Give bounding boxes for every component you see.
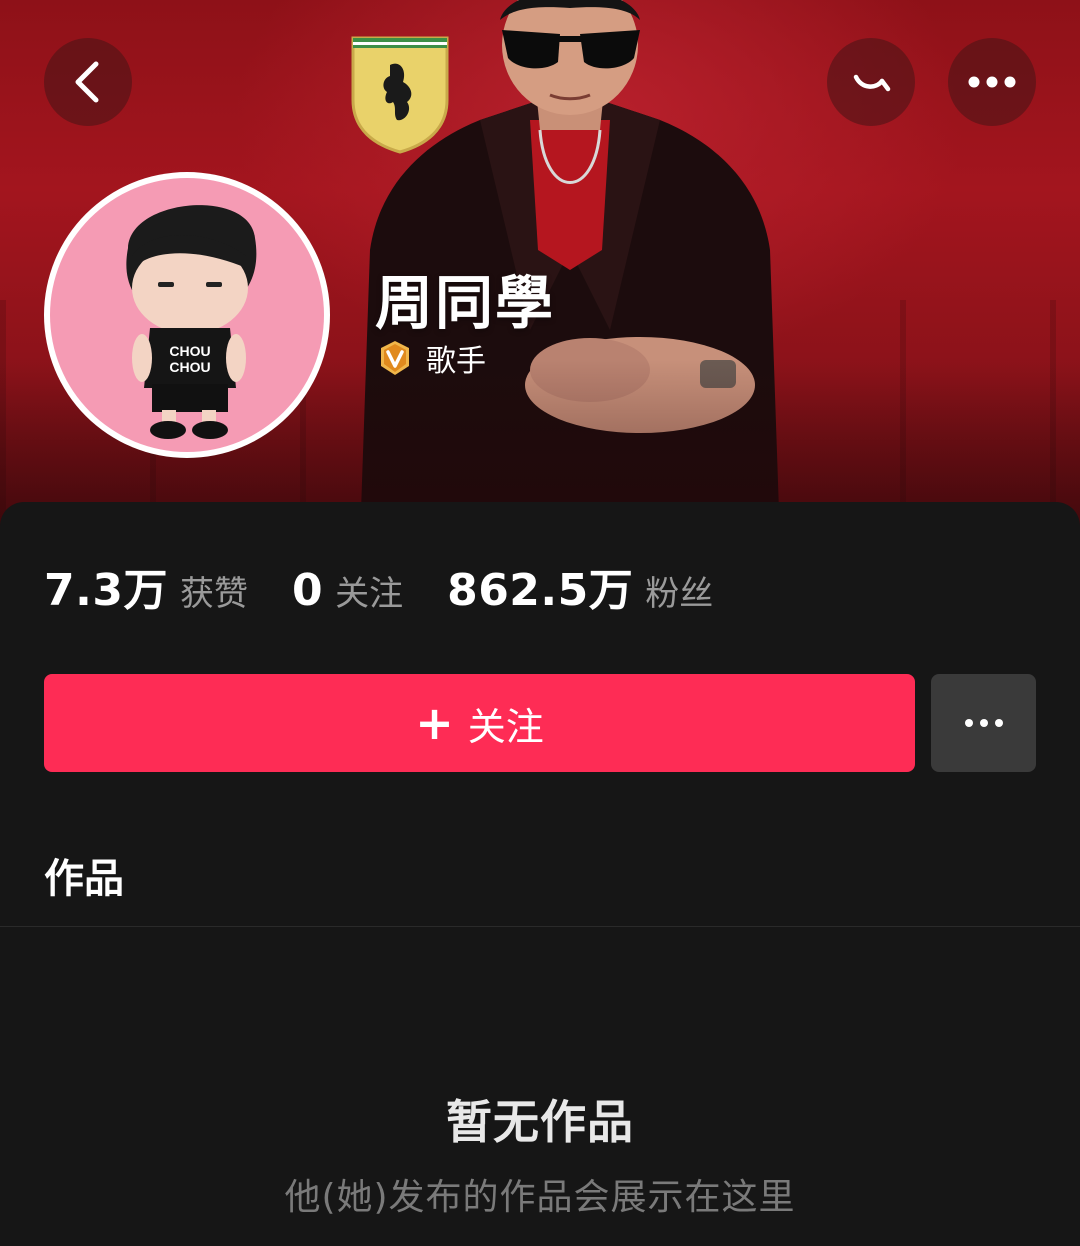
profile-content: 7.3万 获赞 0 关注 862.5万 粉丝 + 关注 作品 暂无作品 他(她)… — [0, 502, 1080, 1246]
profile-more-button[interactable] — [931, 674, 1036, 772]
profile-cover: CHOU CHOU 周同學 歌手 — [0, 0, 1080, 540]
avatar-shirt-text-2: CHOU — [169, 359, 210, 375]
stat-likes[interactable]: 7.3万 获赞 — [44, 554, 248, 618]
stat-following[interactable]: 0 关注 — [292, 565, 403, 616]
verification-row: 歌手 — [376, 336, 486, 380]
more-horizontal-icon — [964, 719, 1003, 727]
stat-likes-label: 获赞 — [179, 574, 248, 614]
search-icon — [853, 74, 891, 92]
avatar-shirt-text-1: CHOU — [169, 343, 210, 359]
stat-following-value: 0 — [291, 565, 324, 616]
stat-followers-label: 粉丝 — [645, 574, 714, 614]
more-horizontal-icon — [968, 76, 1016, 88]
verified-badge-icon — [381, 341, 409, 375]
stat-likes-value: 7.3万 — [44, 565, 168, 616]
more-options-button[interactable] — [948, 38, 1036, 126]
avatar[interactable]: CHOU CHOU — [44, 172, 330, 458]
follow-button-label: 关注 — [467, 704, 544, 749]
empty-state-title: 暂无作品 — [446, 1095, 634, 1149]
tab-divider — [0, 926, 1080, 927]
verification-tag: 歌手 — [426, 344, 486, 379]
follow-button[interactable]: + 关注 — [44, 674, 915, 772]
search-button[interactable] — [827, 38, 915, 126]
plus-icon: + — [415, 696, 454, 750]
stat-following-label: 关注 — [335, 574, 404, 614]
empty-state-subtitle: 他(她)发布的作品会展示在这里 — [284, 1177, 796, 1218]
stats-row: 7.3万 获赞 0 关注 862.5万 粉丝 — [44, 554, 757, 618]
stat-followers-value: 862.5万 — [447, 565, 634, 616]
chevron-left-icon — [75, 61, 99, 103]
back-button[interactable] — [44, 38, 132, 126]
stat-followers[interactable]: 862.5万 粉丝 — [447, 554, 713, 618]
avatar-image: CHOU CHOU — [50, 178, 324, 452]
avatar-cartoon-figure: CHOU CHOU — [126, 205, 257, 439]
tab-works[interactable]: 作品 — [44, 846, 124, 904]
profile-name: 周同學 — [375, 269, 556, 337]
